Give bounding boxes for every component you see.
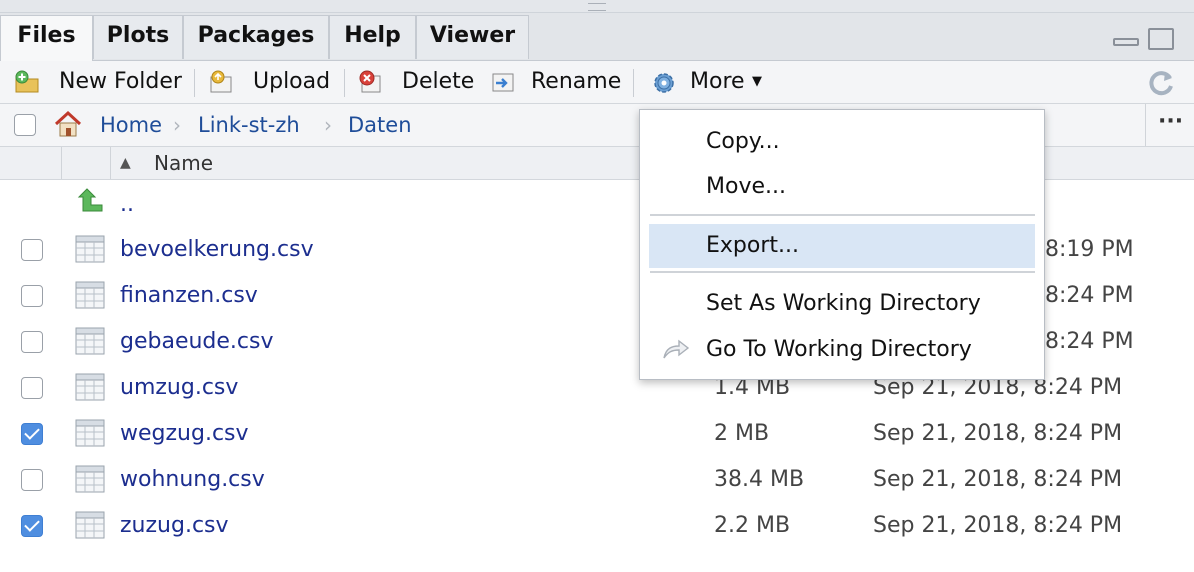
file-name-link[interactable]: wegzug.csv xyxy=(120,411,249,457)
row-checkbox[interactable] xyxy=(21,285,43,307)
file-modified: 8:24 PM xyxy=(1045,283,1134,308)
more-button[interactable]: More xyxy=(690,61,745,103)
ellipsis-icon[interactable]: ··· xyxy=(1158,104,1183,146)
menu-item-move[interactable]: Move... xyxy=(640,165,1044,209)
menu-item-export[interactable]: Export... xyxy=(649,224,1035,268)
menu-item-copy[interactable]: Copy... xyxy=(640,120,1044,164)
csv-file-icon xyxy=(75,235,105,263)
toolbar-divider xyxy=(344,69,345,97)
column-header-name[interactable]: Name xyxy=(154,147,213,179)
file-name-link[interactable]: finanzen.csv xyxy=(120,273,258,319)
csv-file-icon xyxy=(75,327,105,355)
upload-icon xyxy=(210,70,232,93)
breadcrumb-home[interactable]: Home xyxy=(100,104,162,146)
file-modified: Sep 21, 2018, 8:24 PM xyxy=(873,467,1123,492)
file-modified: 8:19 PM xyxy=(1045,237,1134,262)
chevron-down-icon[interactable]: ▼ xyxy=(752,61,762,103)
file-modified: Sep 21, 2018, 8:24 PM xyxy=(873,421,1123,446)
file-name-link[interactable]: umzug.csv xyxy=(120,365,238,411)
file-modified: Sep 21, 2018, 8:24 PM xyxy=(873,513,1123,538)
tab-help[interactable]: Help xyxy=(329,15,416,59)
file-size: 38.4 MB xyxy=(714,467,805,492)
row-checkbox[interactable] xyxy=(21,469,43,491)
up-arrow-icon xyxy=(77,188,103,212)
tab-plots[interactable]: Plots xyxy=(93,15,183,59)
sort-ascending-icon[interactable]: ▲ xyxy=(120,147,131,179)
upload-button[interactable]: Upload xyxy=(253,61,330,103)
toolbar-divider xyxy=(194,69,195,97)
table-row[interactable]: wegzug.csv 2 MB Sep 21, 2018, 8:24 PM xyxy=(0,411,1194,457)
files-toolbar: New Folder Upload Delete Rename More ▼ xyxy=(0,61,1194,104)
file-size: 2 MB xyxy=(714,421,770,446)
menu-item-label: Export... xyxy=(706,233,799,258)
tab-files[interactable]: Files xyxy=(0,15,93,61)
tab-packages[interactable]: Packages xyxy=(183,15,329,59)
column-divider xyxy=(61,147,62,179)
menu-item-label: Set As Working Directory xyxy=(706,291,981,316)
toolbar-divider xyxy=(633,69,634,97)
home-icon[interactable] xyxy=(52,109,84,139)
breadcrumb-link-st-zh[interactable]: Link-st-zh xyxy=(198,104,300,146)
minimize-icon[interactable] xyxy=(1113,38,1139,46)
menu-item-label: Move... xyxy=(706,174,786,199)
maximize-icon[interactable] xyxy=(1148,28,1174,50)
row-checkbox[interactable] xyxy=(21,377,43,399)
menu-item-label: Copy... xyxy=(706,129,780,154)
go-to-arrow-icon xyxy=(663,339,690,359)
csv-file-icon xyxy=(75,281,105,309)
column-divider xyxy=(110,147,111,179)
menu-item-label: Go To Working Directory xyxy=(706,337,972,362)
csv-file-icon xyxy=(75,373,105,401)
file-name-link[interactable]: zuzug.csv xyxy=(120,503,229,549)
refresh-icon[interactable] xyxy=(1147,68,1177,98)
row-checkbox[interactable] xyxy=(21,331,43,353)
select-all-checkbox[interactable] xyxy=(14,114,36,136)
parent-directory-link[interactable]: .. xyxy=(120,181,134,229)
gear-icon xyxy=(654,73,674,93)
delete-icon xyxy=(359,70,381,93)
delete-button[interactable]: Delete xyxy=(402,61,474,103)
row-checkbox[interactable] xyxy=(21,515,43,537)
chevron-right-icon: › xyxy=(324,113,332,137)
file-name-link[interactable]: wohnung.csv xyxy=(120,457,265,503)
csv-file-icon xyxy=(75,419,105,447)
row-checkbox[interactable] xyxy=(21,239,43,261)
menu-divider xyxy=(650,271,1035,273)
new-folder-icon xyxy=(15,70,39,93)
file-modified: 8:24 PM xyxy=(1045,329,1134,354)
row-checkbox[interactable] xyxy=(21,423,43,445)
csv-file-icon xyxy=(75,465,105,493)
splitter-grip-icon[interactable] xyxy=(588,3,606,11)
rename-button[interactable]: Rename xyxy=(531,61,621,103)
path-divider xyxy=(1145,104,1146,146)
file-name-link[interactable]: gebaeude.csv xyxy=(120,319,274,365)
chevron-right-icon: › xyxy=(173,113,181,137)
file-name-link[interactable]: bevoelkerung.csv xyxy=(120,227,314,273)
table-row[interactable]: zuzug.csv 2.2 MB Sep 21, 2018, 8:24 PM xyxy=(0,503,1194,549)
menu-divider xyxy=(650,214,1035,216)
menu-item-go-to-working-directory[interactable]: Go To Working Directory xyxy=(640,328,1044,372)
breadcrumb-daten[interactable]: Daten xyxy=(348,104,412,146)
more-menu: Copy... Move... Export... Set As Working… xyxy=(639,109,1045,380)
table-row[interactable]: wohnung.csv 38.4 MB Sep 21, 2018, 8:24 PM xyxy=(0,457,1194,503)
menu-item-set-working-directory[interactable]: Set As Working Directory xyxy=(640,282,1044,326)
csv-file-icon xyxy=(75,511,105,539)
rename-icon xyxy=(492,73,514,92)
tab-viewer[interactable]: Viewer xyxy=(416,15,529,59)
file-size: 2.2 MB xyxy=(714,513,791,538)
new-folder-button[interactable]: New Folder xyxy=(59,61,182,103)
